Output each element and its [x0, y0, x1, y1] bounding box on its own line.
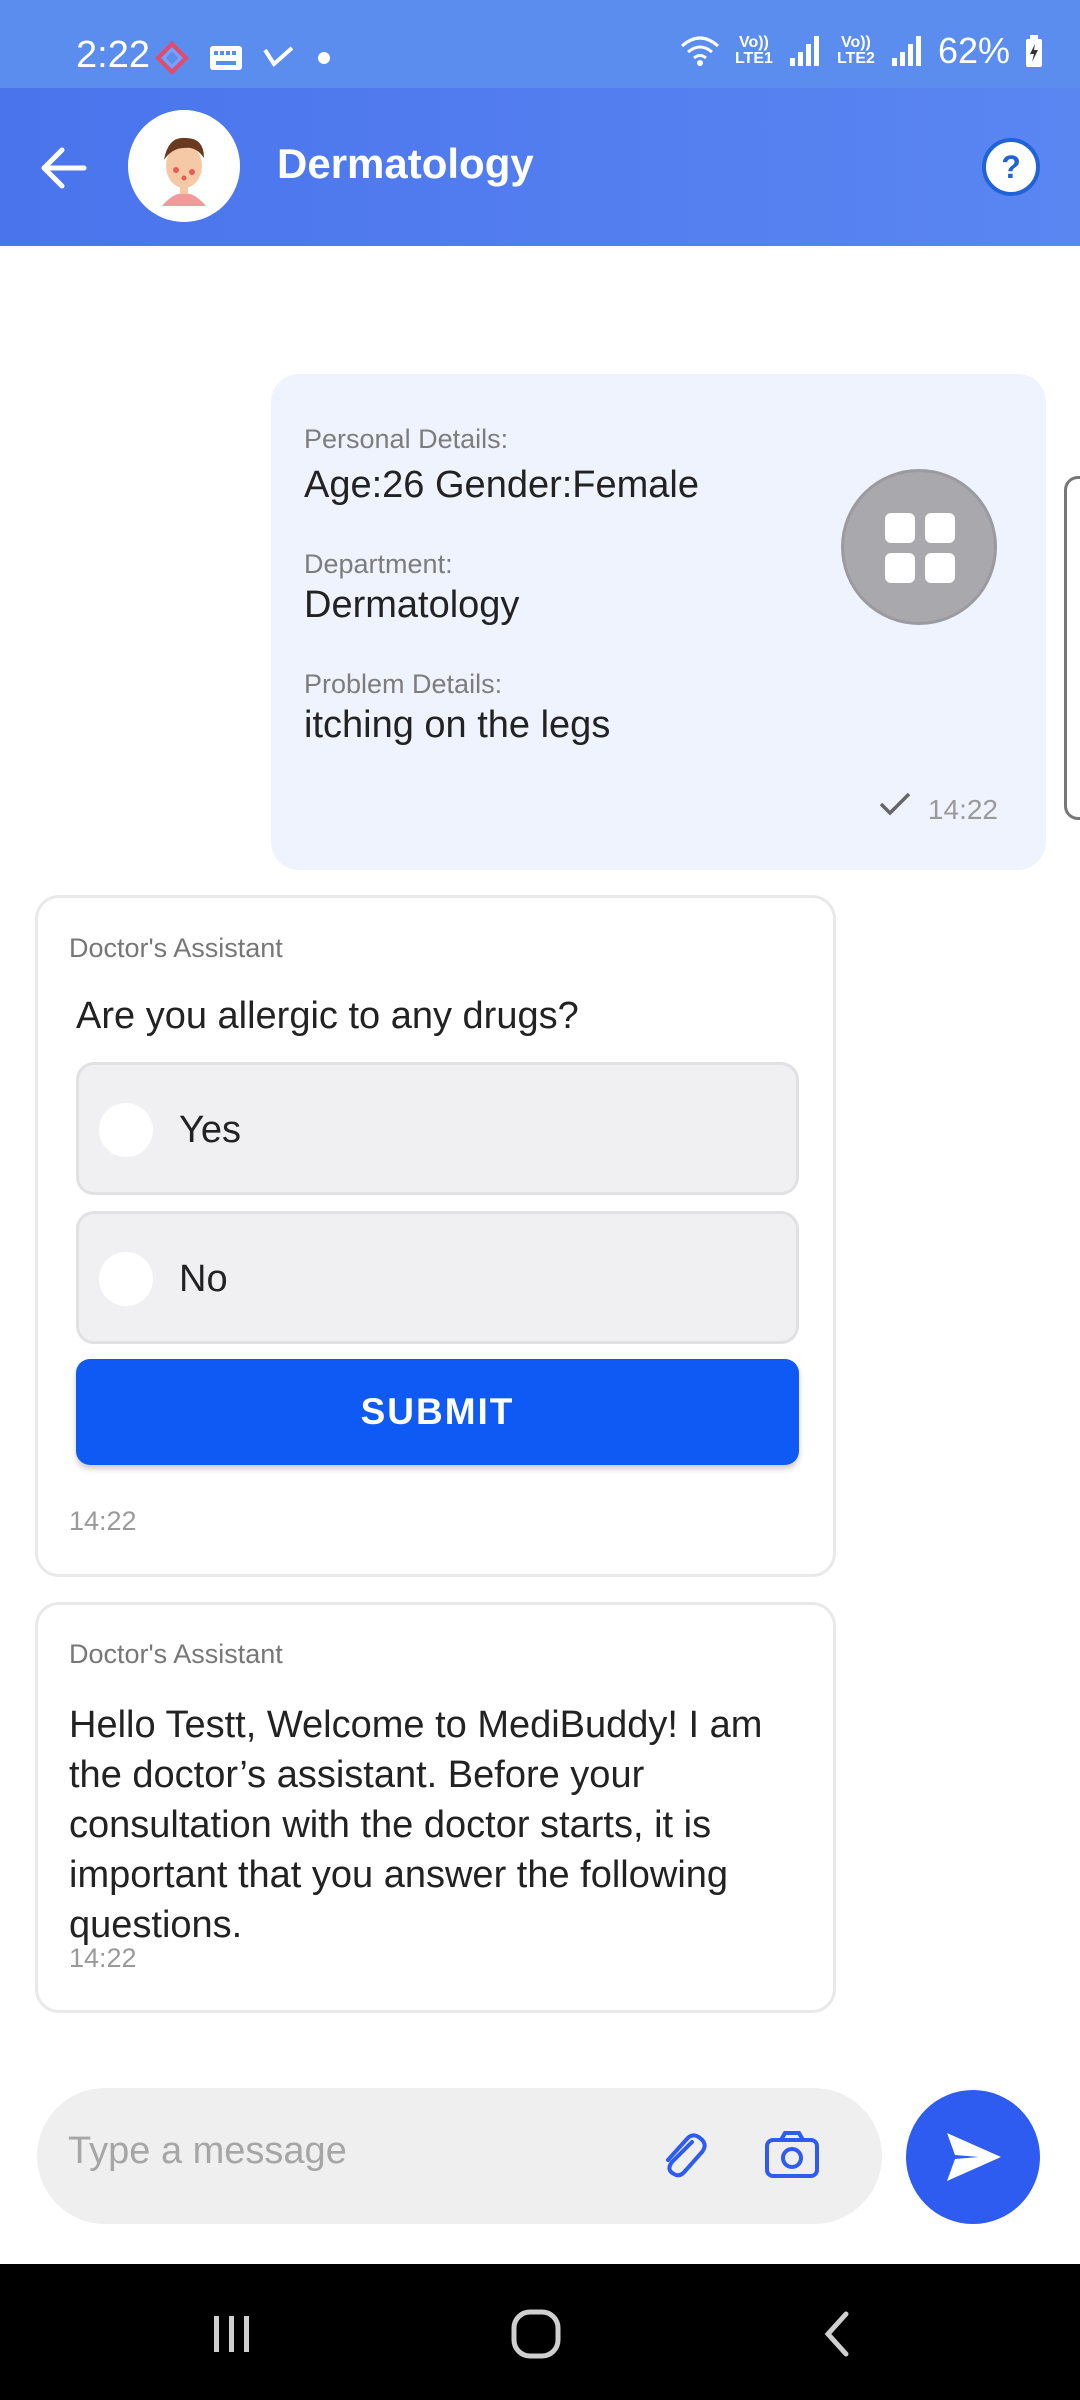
- option-label: No: [179, 1258, 228, 1300]
- option-label: Yes: [179, 1109, 241, 1151]
- problem-details-label: Problem Details:: [304, 669, 503, 699]
- personal-details-value: Age:26 Gender:Female: [304, 464, 700, 506]
- avatar: [128, 110, 240, 222]
- paperclip-icon: [666, 2133, 707, 2178]
- doctor-avatar-icon: [128, 110, 240, 222]
- dot-icon: [318, 52, 330, 64]
- back-button[interactable]: [36, 140, 92, 196]
- department-label: Department:: [304, 549, 453, 579]
- battery-icon: [1026, 35, 1042, 67]
- home-button[interactable]: [506, 2304, 566, 2364]
- personal-details-label: Personal Details:: [304, 424, 509, 454]
- network-label-1: Vo)) LTE1: [734, 34, 773, 67]
- status-bar: 2:22 Vo)) LTE1 Vo)) LTE2 62%: [0, 0, 1080, 88]
- camera-icon: [765, 2131, 819, 2178]
- recents-button[interactable]: [202, 2304, 262, 2364]
- help-button[interactable]: ?: [982, 138, 1040, 196]
- chevron-left-icon: [824, 2311, 849, 2357]
- system-nav-bar: [0, 2264, 1080, 2400]
- message-time: 14:22: [69, 1943, 137, 1973]
- side-panel-handle[interactable]: [1064, 476, 1080, 820]
- assistant-welcome-message: Doctor's Assistant Hello Testt, Welcome …: [35, 1602, 836, 2013]
- message-time: 14:22: [927, 794, 998, 825]
- send-icon: [947, 2133, 1001, 2181]
- option-no[interactable]: No: [76, 1211, 799, 1344]
- sender-label: Doctor's Assistant: [69, 1639, 283, 1669]
- back-nav-button[interactable]: [808, 2304, 868, 2364]
- battery-percent: 62%: [937, 30, 1010, 71]
- page-title: Dermatology: [277, 140, 534, 187]
- message-text: Hello Testt, Welcome to MediBuddy! I am …: [69, 1704, 763, 1946]
- home-icon: [511, 2309, 561, 2359]
- send-button[interactable]: [906, 2090, 1040, 2224]
- assistant-question-message: Doctor's Assistant Are you allergic to a…: [35, 895, 836, 1577]
- problem-details-value: itching on the legs: [304, 704, 611, 746]
- message-input[interactable]: [68, 2130, 628, 2173]
- submit-button[interactable]: SUBMIT: [76, 1359, 799, 1465]
- app-header: Dermatology ?: [0, 88, 1080, 246]
- arrow-left-icon: [41, 147, 87, 189]
- department-value: Dermatology: [304, 584, 520, 626]
- user-details-message: Personal Details: Age:26 Gender:Female D…: [271, 374, 1046, 870]
- checkmark-icon: [879, 792, 911, 816]
- keyboard-icon: [210, 46, 242, 70]
- radio-button[interactable]: [99, 1103, 153, 1157]
- message-time: 14:22: [69, 1506, 137, 1536]
- signal-icon: [789, 36, 819, 66]
- recents-icon: [214, 2316, 249, 2352]
- sender-label: Doctor's Assistant: [69, 933, 283, 963]
- status-time: 2:22: [76, 34, 150, 76]
- camera-button[interactable]: [763, 2126, 821, 2184]
- signal-icon: [891, 36, 921, 66]
- question-text: Are you allergic to any drugs?: [76, 995, 579, 1037]
- radio-button[interactable]: [99, 1252, 153, 1306]
- network-label-2: Vo)) LTE2: [836, 34, 875, 67]
- option-yes[interactable]: Yes: [76, 1062, 799, 1195]
- check-icon: [263, 46, 294, 68]
- wifi-icon: [680, 36, 719, 66]
- app-icon: [155, 41, 189, 75]
- grid-button[interactable]: [841, 469, 997, 625]
- help-label: ?: [1001, 148, 1021, 185]
- message-composer: [37, 2088, 882, 2224]
- attach-button[interactable]: [654, 2126, 712, 2184]
